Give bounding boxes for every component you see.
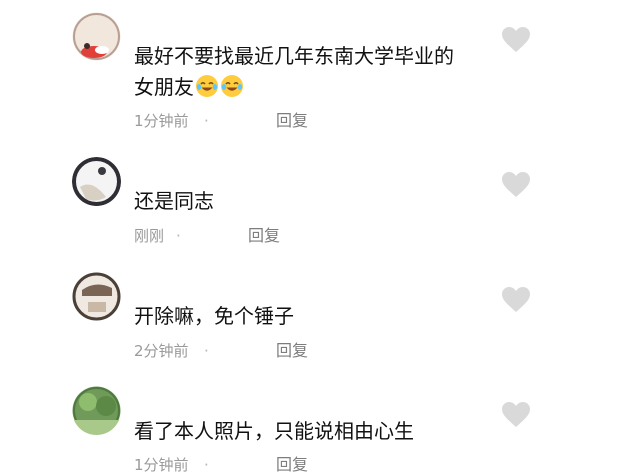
comment-meta: 2分钟前 · 回复	[134, 341, 308, 361]
separator-dot: ·	[204, 456, 209, 474]
avatar-image	[72, 157, 121, 206]
comment-text-line: 开除嘛，免个锤子	[134, 304, 294, 328]
heart-icon	[502, 27, 530, 52]
comment-text: 看了本人照片，只能说相由心生	[134, 416, 414, 447]
avatar[interactable]	[72, 12, 121, 61]
like-button[interactable]	[502, 172, 530, 198]
comment-time: 1分钟前	[134, 456, 189, 474]
avatar-image	[72, 272, 121, 321]
avatar[interactable]	[72, 272, 121, 321]
heart-icon	[502, 287, 530, 312]
comment-text: 还是同志	[134, 186, 214, 217]
reply-button[interactable]: 回复	[276, 455, 308, 475]
comment-time: 1分钟前	[134, 112, 189, 130]
comment-meta: 刚刚 · 回复	[134, 226, 280, 246]
like-button[interactable]	[502, 287, 530, 313]
comment-text: 开除嘛，免个锤子	[134, 301, 294, 332]
comment-text-line: 还是同志	[134, 189, 214, 213]
comment-time: 2分钟前	[134, 342, 189, 360]
avatar[interactable]	[72, 157, 121, 206]
separator-dot: ·	[204, 342, 209, 360]
avatar[interactable]	[72, 386, 121, 435]
reply-button[interactable]: 回复	[276, 111, 308, 131]
comment-meta: 1分钟前 · 回复	[134, 111, 308, 131]
avatar-image	[72, 386, 121, 435]
comment-text-line: 最好不要找最近几年东南大学毕业的	[134, 44, 454, 68]
reply-button[interactable]: 回复	[248, 226, 280, 246]
avatar-image	[72, 12, 121, 61]
comment-text-line: 女朋友	[134, 72, 454, 103]
like-button[interactable]	[502, 402, 530, 428]
comment-text-line-label: 女朋友	[134, 75, 194, 99]
comment-text-line: 看了本人照片，只能说相由心生	[134, 419, 414, 443]
separator-dot: ·	[176, 227, 181, 245]
heart-icon	[502, 402, 530, 427]
heart-icon	[502, 172, 530, 197]
comment-meta: 1分钟前 · 回复	[134, 455, 308, 475]
crying-laughing-face-icon	[221, 75, 243, 97]
comment-text: 最好不要找最近几年东南大学毕业的 女朋友	[134, 41, 454, 103]
comment-time: 刚刚	[134, 227, 165, 245]
reply-button[interactable]: 回复	[276, 341, 308, 361]
crying-laughing-face-icon	[196, 75, 218, 97]
like-button[interactable]	[502, 27, 530, 53]
separator-dot: ·	[204, 112, 209, 130]
